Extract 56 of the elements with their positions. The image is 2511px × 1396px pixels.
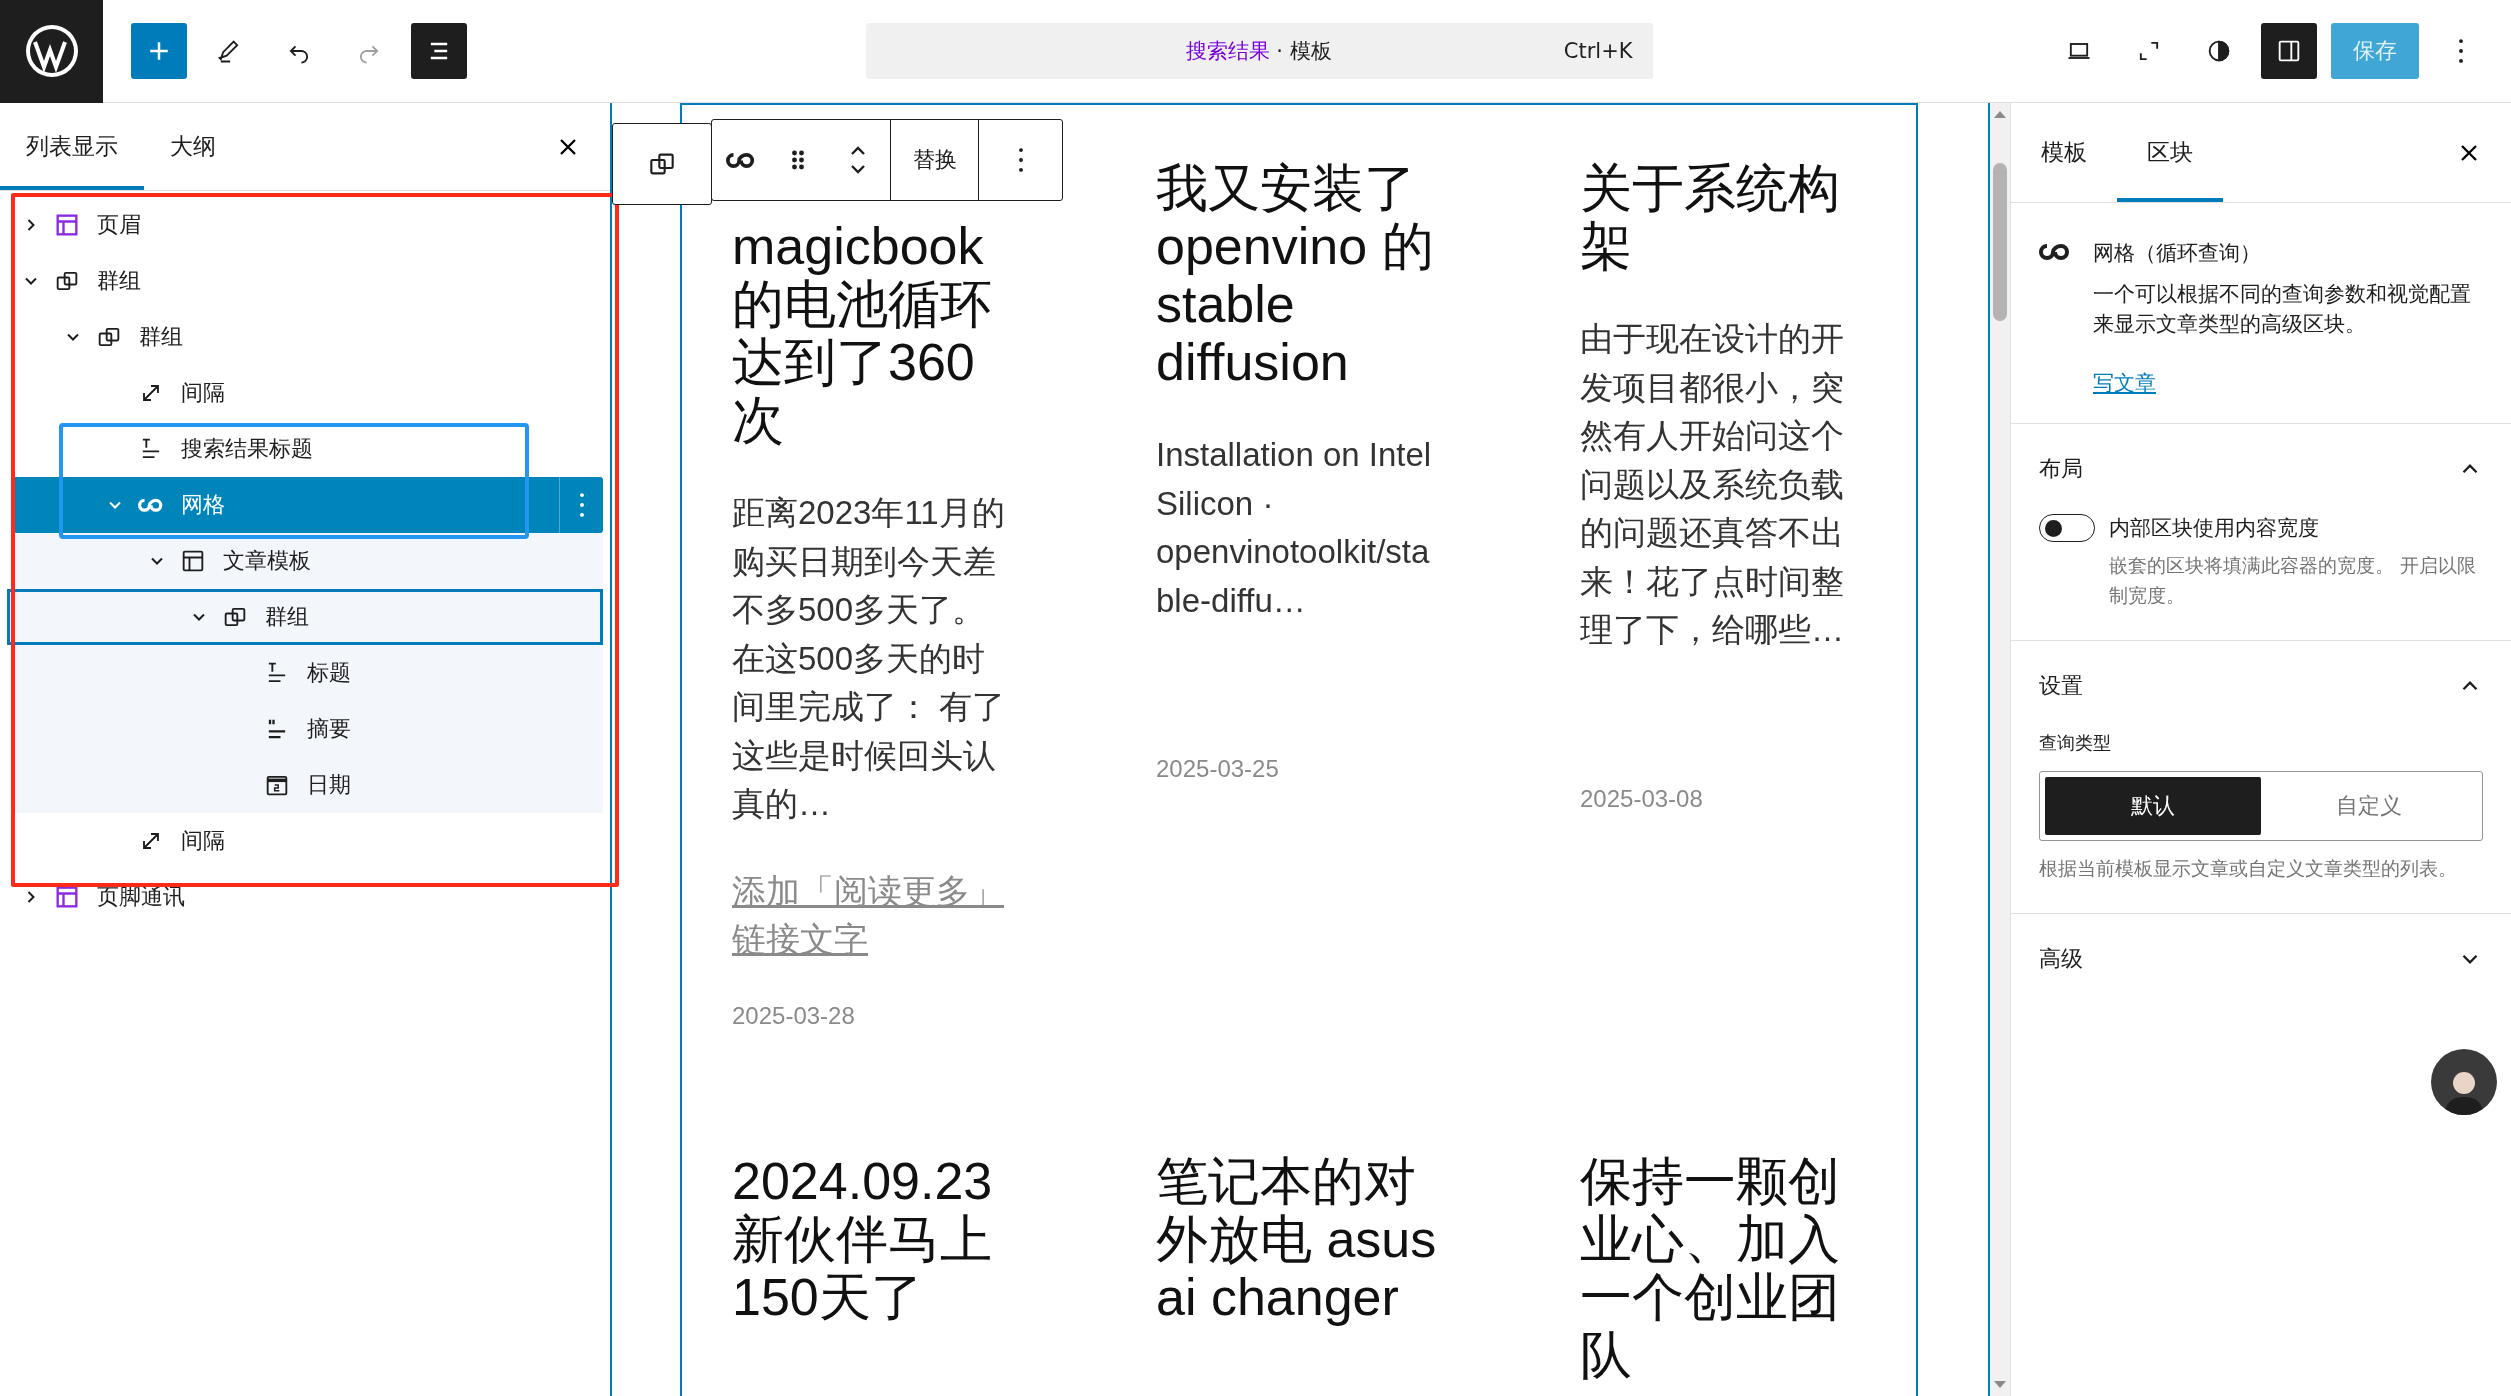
tree-item[interactable]: 群组	[7, 589, 603, 645]
tree-item[interactable]: 摘要	[13, 701, 603, 757]
scroll-up-icon[interactable]	[1993, 109, 2007, 119]
panel-tab[interactable]: 大纲	[144, 103, 242, 190]
toggle-switch[interactable]	[2039, 514, 2095, 542]
logo[interactable]	[0, 0, 103, 103]
post-title: 笔记本的对外放电 asus ai changer	[1156, 1151, 1438, 1326]
loop-icon	[2039, 243, 2071, 261]
post-date: 2025-03-28	[732, 1001, 856, 1030]
post-excerpt: Installation on Intel Silicon · openvinotoolkit/stable-diffu…	[1156, 435, 1433, 621]
post-title: magicbook的电池循环达到了360次	[732, 217, 993, 449]
post-title: 我又安装了openvino 的stable diffusion	[1156, 159, 1435, 391]
post-excerpt: 距离2023年11月的购买日期到今天差不多500多天了。在这500多天的时间里完成了： 有了这些是时候回头认真的…	[732, 493, 1007, 824]
sidebar-toggle-button[interactable]	[2261, 23, 2317, 79]
post-title: 2024.09.23 新伙伴马上150天了	[732, 1151, 994, 1326]
post-title: 关于系统构架	[1580, 159, 1841, 275]
post-excerpt: 由于现在设计的开发项目都很小，突然有人开始问这个问题以及系统负载的问题还真答不出来！花了点时间整理了下，给哪些…	[1580, 319, 1845, 650]
tree-item[interactable]: 标题	[13, 645, 603, 701]
tree-item[interactable]: 页眉	[13, 197, 603, 253]
tree-item[interactable]: 群组	[13, 309, 603, 365]
help-text: 根据当前模板显示文章或自定义文章类型的列表。	[2039, 856, 2458, 881]
segment-option[interactable]: 自定义	[2261, 777, 2477, 835]
block-description: 一个可以根据不同的查询参数和视觉配置来显示文章类型的高级区块。	[2093, 281, 2472, 338]
panel-tab[interactable]: 列表显示	[0, 103, 144, 190]
tree-item[interactable]: 搜索结果标题	[13, 421, 603, 477]
panel-header[interactable]: 高级	[2039, 914, 2483, 1004]
sidebar-tab[interactable]: 区块	[2117, 103, 2223, 202]
tree-item[interactable]: 日期	[13, 757, 603, 813]
more-vertical-icon	[2458, 39, 2464, 63]
list-view-button[interactable]	[411, 23, 467, 79]
loop-icon	[138, 497, 164, 513]
scroll-down-icon[interactable]	[1993, 1380, 2007, 1390]
segment-option[interactable]: 默认	[2045, 777, 2261, 835]
more-vertical-icon	[578, 493, 585, 517]
tree-item[interactable]: 网格	[13, 477, 603, 533]
scrollbar-thumb[interactable]	[1993, 163, 2007, 321]
toggle-label: 内部区块使用内容宽度	[2109, 515, 2319, 542]
tree-item[interactable]: 群组	[13, 253, 603, 309]
loop-icon	[726, 151, 756, 169]
post-date: 2025-03-25	[1156, 755, 1280, 783]
tree-item[interactable]: 文章模板	[13, 533, 603, 589]
tree-item[interactable]: 间隔	[13, 365, 603, 421]
add-block-button[interactable]	[131, 23, 187, 79]
scrollbar[interactable]	[1990, 103, 2010, 1396]
panel-header[interactable]: 布局	[2039, 424, 2483, 514]
field-label: 查询类型	[2039, 731, 2112, 755]
post-title: 保持一颗创业心、加入一个创业团队	[1580, 1151, 1841, 1384]
tree-item[interactable]: 间隔	[13, 813, 603, 869]
write-post-link[interactable]: 写文章	[2093, 369, 2156, 397]
post-date: 2025-03-08	[1580, 784, 1704, 813]
more-vertical-icon	[1017, 148, 1024, 172]
sidebar-tab[interactable]: 模板	[2011, 103, 2117, 202]
command-bar[interactable]: 搜索结果 · 模板 Ctrl+K	[865, 23, 1653, 79]
panel-header[interactable]: 设置	[2039, 641, 2483, 731]
block-title: 网格（循环查询）	[2093, 240, 2262, 267]
help-text: 嵌套的区块将填满此容器的宽度。 开启以限制宽度。	[2109, 553, 2478, 608]
